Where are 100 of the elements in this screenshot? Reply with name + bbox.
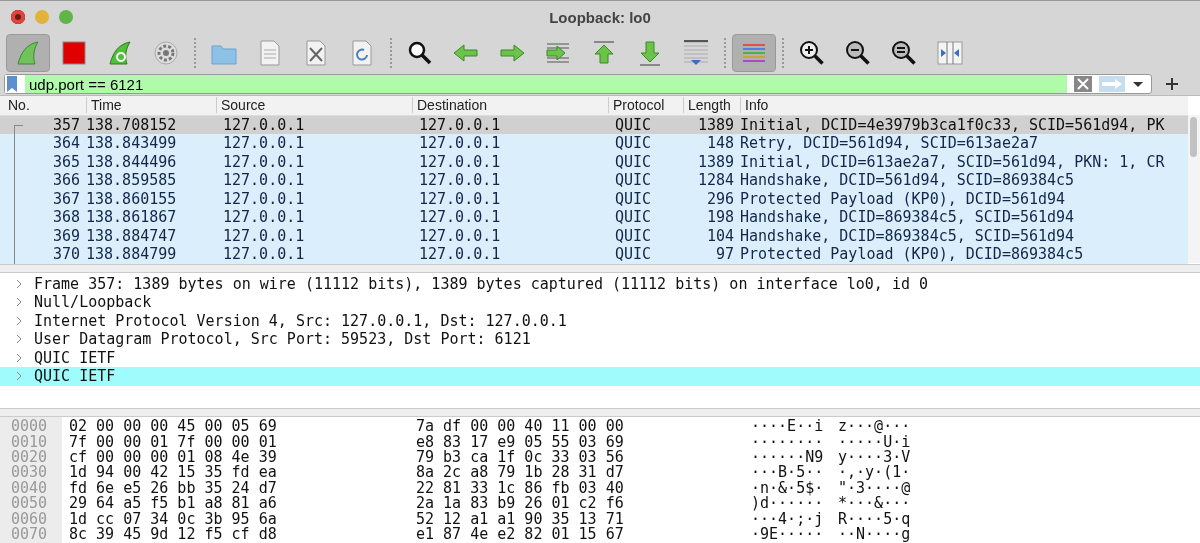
table-cell-text: Handshake, DCID=869384c5, SCID=561d94 [740, 226, 1076, 245]
table-cell-text: QUIC [614, 152, 653, 171]
collapsed-chevron-icon[interactable] [14, 371, 24, 382]
table-cell-text: Protected Payload (KP0), DCID=869384c5 [740, 245, 1085, 264]
table-cell-text: 127.0.0.1 [418, 134, 502, 153]
table-cell-text: 97 [714, 245, 735, 264]
scrollbar-thumb[interactable] [1190, 117, 1197, 157]
table-cell-text: 138.860155 [86, 189, 178, 208]
detail-tree-item[interactable]: QUIC IETF [0, 367, 1200, 386]
detail-tree-item[interactable]: Null/Loopback [0, 293, 1200, 312]
length-column-header[interactable]: Length [683, 97, 740, 114]
add-filter-icon[interactable] [1165, 77, 1179, 91]
hex-bytes: cf 00 00 00 01 08 4e 39 [69, 448, 278, 466]
table-cell-text: QUIC [614, 134, 653, 153]
table-cell-text: QUIC [614, 189, 653, 208]
table-cell-text: 127.0.0.1 [418, 226, 502, 245]
table-cell-text: Retry, DCID=561d94, SCID=613ae2a7 [740, 134, 1039, 153]
scrollbar[interactable] [1188, 115, 1200, 263]
pane-splitter[interactable] [0, 407, 1200, 417]
collapsed-chevron-icon[interactable] [14, 352, 24, 363]
detail-text: Null/Loopback [34, 293, 152, 312]
table-cell-text: 127.0.0.1 [222, 152, 306, 171]
table-cell-text: 368 [51, 208, 81, 227]
table-cell-text: 370 [51, 245, 81, 264]
packet-row[interactable]: 364 138.843499 127.0.0.1 127.0.0.1 QUIC 148 Retry, DCID=561d94, SCID=613ae2a7 [0, 134, 1188, 153]
table-cell-text: Initial, DCID=613ae2a7, SCID=561d94, PKN: 1, CR [740, 152, 1166, 171]
table-cell-text: 198 [705, 208, 735, 227]
table-cell-text: 127.0.0.1 [222, 134, 306, 153]
table-cell-text: 367 [51, 189, 81, 208]
table-cell-text: 1389 [696, 115, 735, 134]
table-cell-text: 296 [705, 189, 735, 208]
table-cell-text: 138.843499 [86, 134, 178, 153]
display-filter-field[interactable]: udp.port == 6121 [25, 75, 1067, 93]
collapsed-chevron-icon[interactable] [14, 315, 24, 326]
destination-column-header[interactable]: Destination [412, 97, 608, 114]
detail-tree-item[interactable]: Frame 357: 1389 bytes on wire (11112 bits), 1389 bytes captured (11112 bits) on interface lo0, id 0 [0, 274, 1200, 293]
collapsed-chevron-icon[interactable] [14, 297, 24, 308]
info-column-header[interactable]: Info [740, 97, 1180, 114]
close-button[interactable] [11, 10, 25, 24]
table-cell-text: 104 [705, 226, 735, 245]
table-cell-text: 357 [51, 115, 81, 134]
table-cell-text: 127.0.0.1 [222, 115, 306, 134]
detail-text: User Datagram Protocol, Src Port: 59523, Dst Port: 6121 [34, 330, 531, 349]
protocol-column-header[interactable]: Protocol [608, 97, 683, 114]
table-cell-text: QUIC [614, 115, 653, 134]
table-cell-text: Handshake, DCID=869384c5, SCID=561d94 [740, 208, 1076, 227]
table-cell-text: 138.861867 [86, 208, 178, 227]
table-cell-text: 127.0.0.1 [418, 152, 502, 171]
table-cell-text: 148 [705, 134, 735, 153]
packet-row[interactable]: 366 138.859585 127.0.0.1 127.0.0.1 QUIC 1284 Handshake, DCID=561d94, SCID=869384c5 [0, 171, 1188, 190]
packet-row[interactable]: 370 138.884799 127.0.0.1 127.0.0.1 QUIC 97 Protected Payload (KP0), DCID=869384c5 [0, 245, 1188, 264]
table-cell-text: QUIC [614, 226, 653, 245]
table-cell-text: 127.0.0.1 [222, 171, 306, 190]
table-cell-text: Protected Payload (KP0), DCID=561d94 [740, 189, 1067, 208]
detail-text: Frame 357: 1389 bytes on wire (11112 bits), 1389 bytes captured (11112 bits) on interface lo0, id 0 [34, 274, 929, 293]
table-cell-text: QUIC [614, 171, 653, 190]
collapsed-chevron-icon[interactable] [14, 278, 24, 289]
gear-icon [151, 38, 181, 68]
detail-tree-item[interactable]: QUIC IETF [0, 348, 1200, 367]
autoscroll-icon [681, 38, 711, 68]
ascii-text: ······N9 [751, 448, 825, 466]
table-cell-text: 127.0.0.1 [418, 245, 502, 264]
bookmark-icon[interactable] [5, 75, 19, 93]
table-cell-text: 127.0.0.1 [418, 208, 502, 227]
hex-bytes: 79 b3 ca 1f 0c 33 03 56 [416, 448, 625, 466]
table-cell-text: 365 [51, 152, 81, 171]
table-cell-text: 127.0.0.1 [418, 171, 502, 190]
table-cell-text: 366 [51, 171, 81, 190]
time-column-header[interactable]: Time [86, 97, 216, 114]
table-cell-text: 138.708152 [86, 115, 178, 134]
detail-text: QUIC IETF [34, 367, 116, 386]
table-cell-text: QUIC [614, 208, 653, 227]
packet-row[interactable]: 368 138.861867 127.0.0.1 127.0.0.1 QUIC 198 Handshake, DCID=869384c5, SCID=561d94 [0, 208, 1188, 227]
resize-columns-icon [935, 38, 965, 68]
ascii-text: y····3·V [838, 448, 911, 466]
clear-icon[interactable] [1073, 75, 1093, 93]
collapsed-chevron-icon[interactable] [14, 334, 24, 345]
table-cell-text: 138.844496 [86, 152, 178, 171]
detail-tree-item[interactable]: User Datagram Protocol, Src Port: 59523, Dst Port: 6121 [0, 330, 1200, 349]
window-title: Loopback: lo0 [549, 8, 651, 26]
table-cell-text: QUIC [614, 245, 653, 264]
table-cell-text: Handshake, DCID=561d94, SCID=869384c5 [740, 171, 1076, 190]
table-cell-text: 138.884799 [86, 245, 178, 264]
table-cell-text: 364 [51, 134, 81, 153]
detail-tree-item[interactable]: Internet Protocol Version 4, Src: 127.0.0.1, Dst: 127.0.0.1 [0, 311, 1200, 330]
table-cell-text: 127.0.0.1 [222, 226, 306, 245]
dropdown-caret-icon[interactable] [1131, 79, 1145, 89]
table-cell-text: 369 [51, 226, 81, 245]
zoom-button[interactable] [59, 10, 73, 24]
detail-text: Internet Protocol Version 4, Src: 127.0.0.1, Dst: 127.0.0.1 [34, 311, 567, 330]
offset-label: 0020 [10, 448, 49, 466]
right-arrow-icon [1101, 78, 1123, 90]
table-cell-text: 127.0.0.1 [222, 189, 306, 208]
table-cell-text: 127.0.0.1 [418, 115, 502, 134]
source-column-header[interactable]: Source [216, 97, 412, 114]
table-cell-text: 1284 [696, 171, 735, 190]
table-cell-text: 127.0.0.1 [222, 208, 306, 227]
no-column-header[interactable]: No. [0, 97, 86, 114]
table-cell-text: 127.0.0.1 [418, 189, 502, 208]
table-cell-text: Initial, DCID=4e3979b3ca1f0c33, SCID=561d94, PK [740, 115, 1166, 134]
